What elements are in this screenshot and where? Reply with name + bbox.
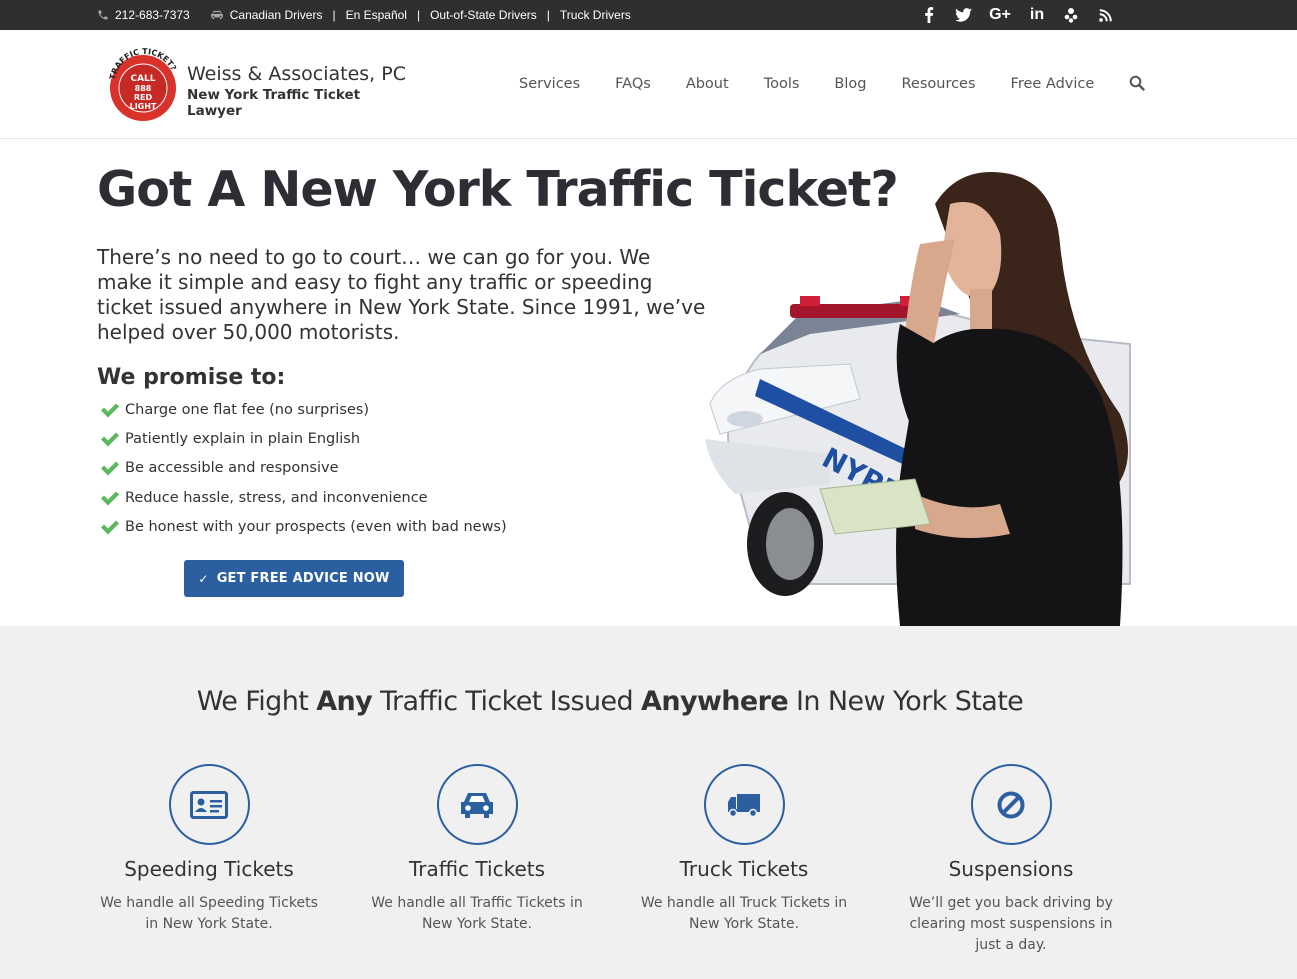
firm-name: Weiss & Associates, PC xyxy=(187,63,406,85)
cta-label: GET FREE ADVICE NOW xyxy=(216,571,390,586)
service-truck-tickets[interactable]: Truck Tickets We handle all Truck Ticket… xyxy=(619,764,869,935)
firm-tagline: New York Traffic Ticket Lawyer xyxy=(187,87,361,119)
heading-emphasis-any: Any xyxy=(316,686,373,717)
checkmark-icon xyxy=(101,461,119,476)
checkmark-icon xyxy=(101,491,119,506)
list-item: Be honest with your prospects (even with… xyxy=(100,512,507,541)
id-card-icon xyxy=(190,790,228,819)
link-canadian-drivers[interactable]: Canadian Drivers xyxy=(230,8,323,22)
promise-list: Charge one flat fee (no surprises) Patie… xyxy=(100,395,507,541)
service-description: We handle all Truck Tickets in New York … xyxy=(640,895,848,932)
promise-text: Reduce hassle, stress, and inconvenience xyxy=(125,489,428,506)
phone-link[interactable]: 212-683-7373 xyxy=(97,8,190,22)
link-separator: | xyxy=(546,8,550,22)
services-section: We Fight Any Traffic Ticket Issued Anywh… xyxy=(0,626,1297,979)
service-title: Suspensions xyxy=(948,857,1074,881)
checkmark-icon xyxy=(101,520,119,535)
list-item: Be accessible and responsive xyxy=(100,454,507,483)
twitter-icon[interactable] xyxy=(954,6,972,24)
checkmark-icon: ✓ xyxy=(198,571,209,586)
checkmark-icon xyxy=(101,432,119,447)
service-icon-circle xyxy=(703,764,785,845)
checkmark-icon xyxy=(101,403,119,418)
logo-text: Weiss & Associates, PC New York Traffic … xyxy=(187,63,407,119)
logo-red: RED xyxy=(134,93,153,102)
rss-icon[interactable] xyxy=(1096,6,1114,24)
service-title: Truck Tickets xyxy=(679,857,809,881)
site-logo[interactable]: TRAFFIC TICKET? CALL 888 RED LIGHT Weiss… xyxy=(107,48,407,128)
service-suspensions[interactable]: Suspensions We’ll get you back driving b… xyxy=(886,764,1136,956)
heading-part: In New York State xyxy=(788,686,1024,717)
logo-888: 888 xyxy=(135,84,152,93)
car-small-icon xyxy=(210,10,223,20)
service-description: We’ll get you back driving by clearing m… xyxy=(909,895,1113,953)
promise-heading: We promise to: xyxy=(97,365,286,390)
hero-section: Got A New York Traffic Ticket? There’s n… xyxy=(0,139,1297,626)
service-icon-circle xyxy=(436,764,518,845)
service-title: Traffic Tickets xyxy=(408,857,546,881)
driver-links: Canadian Drivers | En Español | Out-of-S… xyxy=(210,8,631,22)
car-icon xyxy=(461,792,493,818)
link-separator: | xyxy=(416,8,421,22)
logo-badge: TRAFFIC TICKET? CALL 888 RED LIGHT xyxy=(108,48,178,121)
service-icon-circle xyxy=(168,764,250,845)
yelp-icon[interactable] xyxy=(1062,6,1080,24)
ban-icon xyxy=(997,791,1025,818)
linkedin-icon[interactable]: in xyxy=(1028,6,1046,24)
nav-free-advice[interactable]: Free Advice xyxy=(1011,76,1095,92)
truck-icon xyxy=(728,793,760,817)
link-out-of-state-drivers[interactable]: Out-of-State Drivers xyxy=(430,8,537,22)
service-description: We handle all Traffic Tickets in New Yor… xyxy=(371,895,583,932)
top-bar-left: 212-683-7373 Canadian Drivers | En Españ… xyxy=(97,0,631,30)
link-separator: | xyxy=(332,8,336,22)
nav-tools[interactable]: Tools xyxy=(764,76,800,92)
nav-blog[interactable]: Blog xyxy=(834,76,866,92)
promise-text: Be honest with your prospects (even with… xyxy=(125,518,507,535)
hero-image: NYPD xyxy=(705,172,1131,626)
list-item: Reduce hassle, stress, and inconvenience xyxy=(100,483,507,512)
service-description: We handle all Speeding Tickets in New Yo… xyxy=(100,895,318,932)
google-plus-icon[interactable]: G+ xyxy=(988,6,1012,24)
get-free-advice-button[interactable]: ✓ GET FREE ADVICE NOW xyxy=(184,560,404,597)
nav-resources[interactable]: Resources xyxy=(901,76,975,92)
search-icon[interactable] xyxy=(1129,75,1147,93)
services-heading: We Fight Any Traffic Ticket Issued Anywh… xyxy=(0,686,1220,717)
list-item: Charge one flat fee (no surprises) xyxy=(100,395,507,424)
link-en-espanol[interactable]: En Español xyxy=(346,8,407,22)
heading-emphasis-anywhere: Anywhere xyxy=(641,686,789,717)
promise-text: Charge one flat fee (no surprises) xyxy=(125,401,370,418)
hero-lead: There’s no need to go to court… we can g… xyxy=(97,245,706,344)
phone-number: 212-683-7373 xyxy=(115,8,190,22)
promise-text: Patiently explain in plain English xyxy=(125,430,361,447)
service-title: Speeding Tickets xyxy=(124,857,294,881)
logo-call: CALL xyxy=(130,74,155,84)
service-icon-circle xyxy=(970,764,1052,845)
link-truck-drivers[interactable]: Truck Drivers xyxy=(560,8,631,22)
logo-light: LIGHT xyxy=(130,102,157,111)
social-links: G+ in xyxy=(920,0,1114,30)
heading-part: Traffic Ticket Issued xyxy=(372,686,642,717)
promise-text: Be accessible and responsive xyxy=(125,460,339,477)
nav-services[interactable]: Services xyxy=(519,76,580,92)
nav-about[interactable]: About xyxy=(686,76,729,92)
main-nav: Services FAQs About Tools Blog Resources… xyxy=(519,30,1147,138)
service-speeding-tickets[interactable]: Speeding Tickets We handle all Speeding … xyxy=(84,764,334,935)
list-item: Patiently explain in plain English xyxy=(100,424,507,453)
phone-icon xyxy=(98,10,108,20)
nav-faqs[interactable]: FAQs xyxy=(615,76,651,92)
service-traffic-tickets[interactable]: Traffic Tickets We handle all Traffic Ti… xyxy=(352,764,602,935)
facebook-icon[interactable] xyxy=(920,6,938,24)
top-bar: 212-683-7373 Canadian Drivers | En Españ… xyxy=(0,0,1297,30)
site-header: TRAFFIC TICKET? CALL 888 RED LIGHT Weiss… xyxy=(0,30,1297,139)
heading-part: We Fight xyxy=(196,686,317,717)
